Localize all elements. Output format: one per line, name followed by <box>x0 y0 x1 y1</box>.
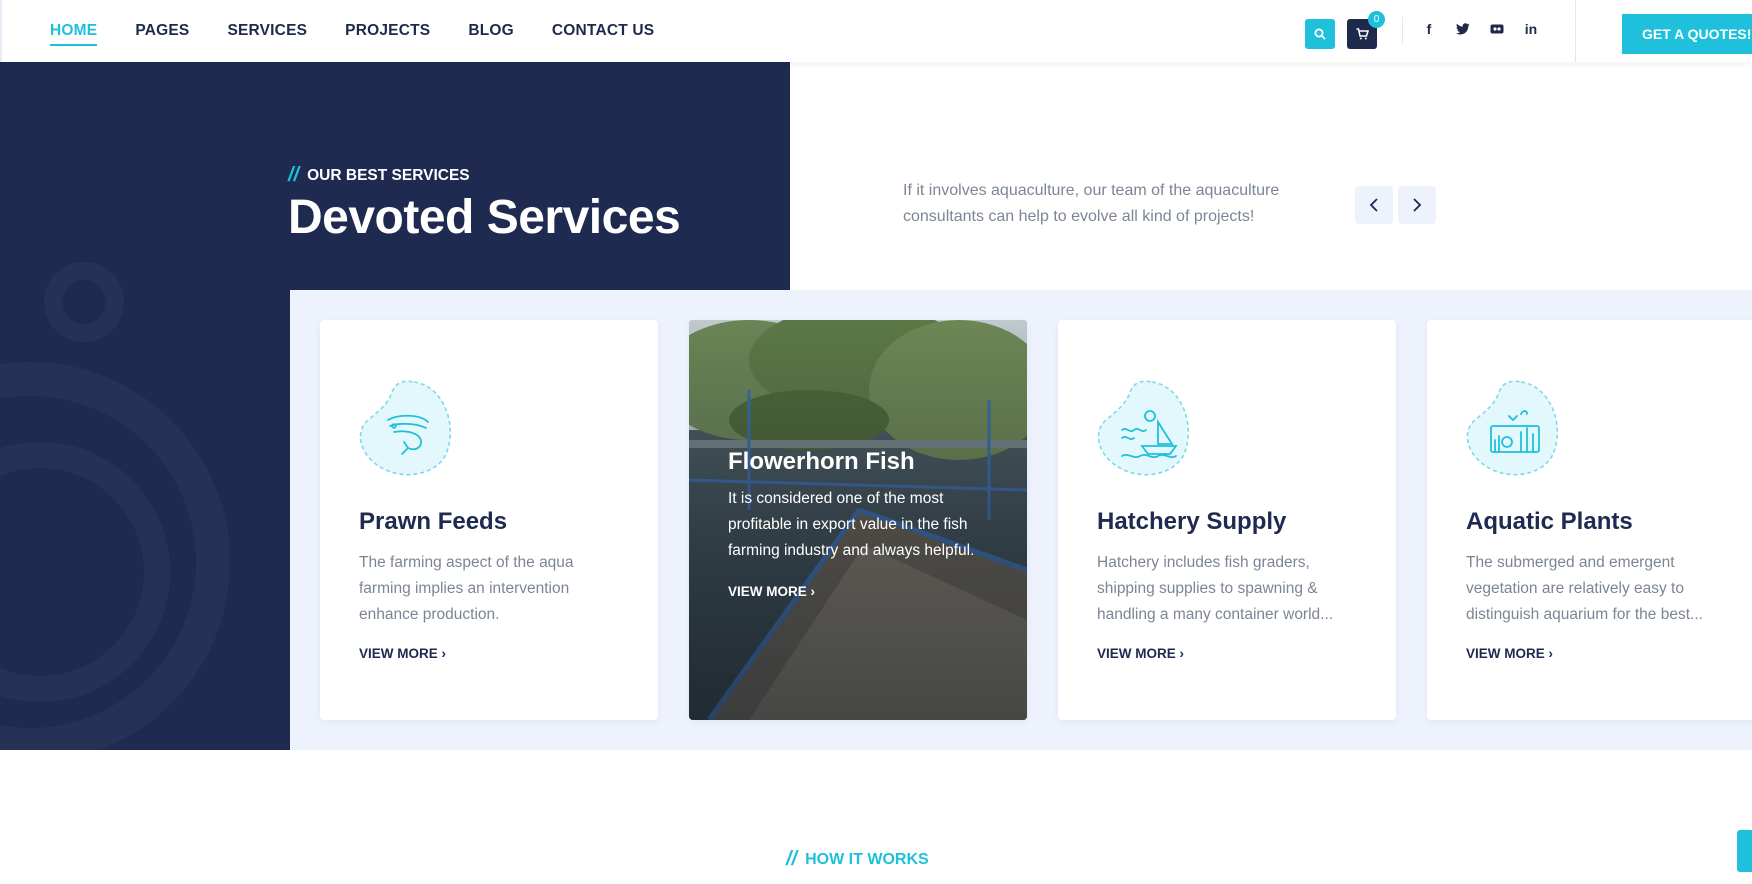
how-it-works-label: HOW IT WORKS <box>805 850 929 868</box>
cart-icon <box>1356 28 1369 40</box>
flickr-icon[interactable] <box>1488 20 1506 38</box>
card-title: Flowerhorn Fish <box>728 448 915 475</box>
nav-item-blog[interactable]: BLOG <box>468 22 514 40</box>
section-heading: Devoted Services <box>288 191 681 244</box>
nav-divider <box>1575 0 1576 62</box>
section-intro: If it involves aquaculture, our team of … <box>903 182 1280 225</box>
boat-icon <box>1097 380 1190 476</box>
decorative-ring <box>44 262 124 342</box>
chevron-right-icon: › <box>1179 646 1185 661</box>
service-card-featured[interactable]: Flowerhorn Fish It is considered one of … <box>689 320 1027 720</box>
service-card[interactable]: Hatchery Supply Hatchery includes fish g… <box>1058 320 1396 720</box>
service-card[interactable]: Prawn Feeds The farming aspect of the aq… <box>320 320 658 720</box>
get-quote-button[interactable]: GET A QUOTES! <box>1622 14 1752 54</box>
card-title: Aquatic Plants <box>1466 508 1633 535</box>
view-more-link[interactable]: VIEW MORE › <box>1466 646 1553 661</box>
nav-item-contact-us[interactable]: CONTACT US <box>552 22 654 40</box>
nav-item-projects[interactable]: PROJECTS <box>345 22 430 40</box>
chevron-left-icon <box>1369 198 1378 212</box>
slash-decoration: // <box>288 164 300 186</box>
eyebrow-label: OUR BEST SERVICES <box>307 166 470 184</box>
card-description: It is considered one of the most profita… <box>728 490 975 559</box>
chevron-right-icon: › <box>441 646 447 661</box>
twitter-icon[interactable] <box>1454 20 1472 38</box>
prawn-icon <box>359 380 452 476</box>
slash-decoration: // <box>786 848 798 870</box>
card-description: The farming aspect of the aqua farming i… <box>359 554 574 623</box>
chevron-right-icon <box>1413 198 1422 212</box>
facebook-icon[interactable]: f <box>1420 20 1438 38</box>
chevron-right-icon: › <box>810 584 816 599</box>
cart-button[interactable]: 0 <box>1347 11 1385 49</box>
card-title: Hatchery Supply <box>1097 508 1287 535</box>
scroll-to-top-button[interactable] <box>1737 830 1752 872</box>
view-more-link[interactable]: VIEW MORE › <box>359 646 446 661</box>
top-navigation: HOME PAGES SERVICES PROJECTS BLOG CONTAC… <box>0 0 1752 62</box>
carousel-next-button[interactable] <box>1398 186 1436 224</box>
social-links: f in <box>1420 20 1540 38</box>
nav-divider <box>1402 17 1403 45</box>
aquarium-icon <box>1466 380 1559 476</box>
view-more-link[interactable]: VIEW MORE › <box>1097 646 1184 661</box>
nav-item-home[interactable]: HOME <box>50 22 98 46</box>
card-description: Hatchery includes fish graders, shipping… <box>1097 554 1334 623</box>
service-card[interactable]: Aquatic Plants The submerged and emergen… <box>1427 320 1752 720</box>
nav-item-services[interactable]: SERVICES <box>227 22 307 40</box>
section-eyebrow: // OUR BEST SERVICES <box>288 164 470 187</box>
cart-count-badge: 0 <box>1368 11 1385 28</box>
card-title: Prawn Feeds <box>359 508 508 535</box>
main-menu: HOME PAGES SERVICES PROJECTS BLOG CONTAC… <box>50 0 654 62</box>
how-it-works-eyebrow: // HOW IT WORKS <box>786 848 929 871</box>
card-description: The submerged and emergent vegetation ar… <box>1466 554 1703 623</box>
search-button[interactable] <box>1305 19 1335 49</box>
view-more-link[interactable]: VIEW MORE › <box>728 584 815 599</box>
nav-item-pages[interactable]: PAGES <box>135 22 189 40</box>
search-icon <box>1314 28 1326 40</box>
carousel-prev-button[interactable] <box>1355 186 1393 224</box>
linkedin-icon[interactable]: in <box>1522 20 1540 38</box>
chevron-right-icon: › <box>1548 646 1554 661</box>
